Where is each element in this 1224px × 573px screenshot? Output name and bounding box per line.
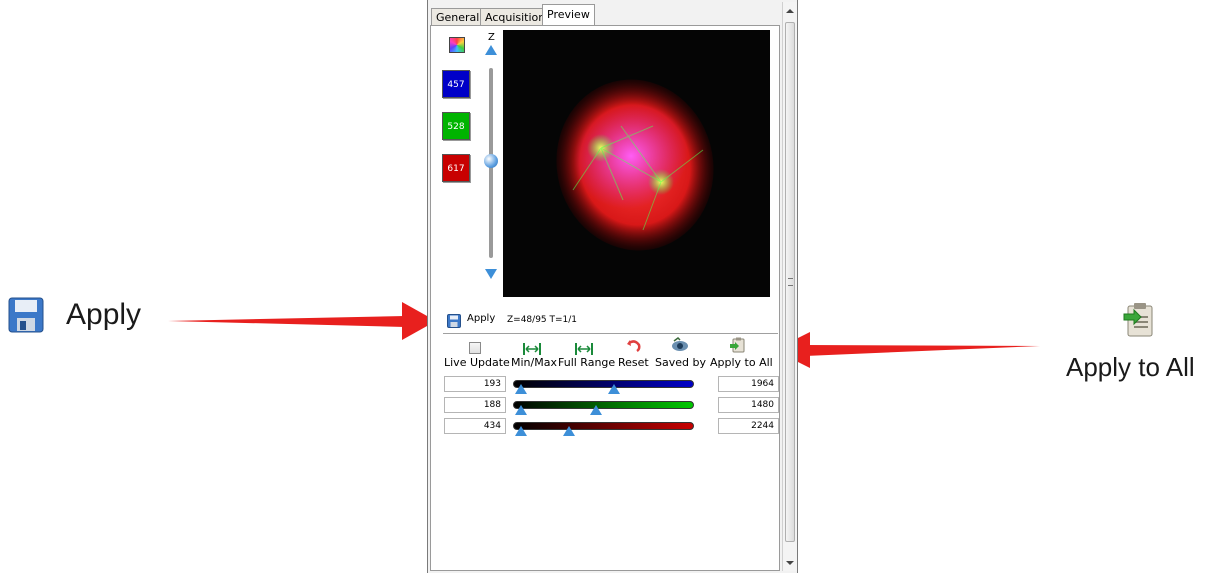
apply-button[interactable]: Apply <box>447 312 507 328</box>
tab-preview[interactable]: Preview <box>542 4 595 27</box>
left-arrow <box>168 302 436 340</box>
range-track-red[interactable] <box>513 422 694 430</box>
apply-button-label: Apply <box>467 313 496 324</box>
reset-button[interactable]: Reset <box>618 356 649 369</box>
divider <box>443 333 778 334</box>
tab-general[interactable]: General <box>431 8 485 26</box>
min-value-field[interactable]: 434 <box>444 418 506 434</box>
saved-by-button[interactable]: Saved by <box>655 356 706 369</box>
right-arrow <box>774 332 1040 368</box>
min-value-field[interactable]: 193 <box>444 376 506 392</box>
live-update-label: Live Update <box>444 356 510 369</box>
range-row: 193 1964 <box>444 376 779 394</box>
full-range-button[interactable]: Full Range <box>558 356 615 369</box>
range-row: 434 2244 <box>444 418 779 436</box>
properties-panel: General Acquisition Preview Z 457 528 61… <box>427 0 798 573</box>
scroll-up-icon[interactable] <box>786 9 794 13</box>
range-track-blue[interactable] <box>513 380 694 388</box>
range-max-thumb[interactable] <box>590 405 602 415</box>
tab-bar: General Acquisition Preview <box>428 4 780 27</box>
reset-icon[interactable] <box>626 337 642 353</box>
z-down-arrow-icon[interactable] <box>485 269 497 279</box>
range-min-thumb[interactable] <box>515 384 527 394</box>
min-max-icon[interactable] <box>523 340 541 355</box>
apply-to-all-icon[interactable] <box>730 337 746 353</box>
z-slider-thumb[interactable] <box>484 154 498 168</box>
range-track-green[interactable] <box>513 401 694 409</box>
z-up-arrow-icon[interactable] <box>485 45 497 55</box>
grip-icon <box>788 278 793 286</box>
apply-to-all-button[interactable]: Apply to All <box>710 356 773 369</box>
vertical-scrollbar[interactable] <box>782 2 797 571</box>
z-axis-label: Z <box>488 32 495 43</box>
range-min-thumb[interactable] <box>515 426 527 436</box>
range-max-thumb[interactable] <box>608 384 620 394</box>
max-value-field[interactable]: 2244 <box>718 418 779 434</box>
live-update-checkbox[interactable] <box>469 342 481 354</box>
full-range-icon[interactable] <box>575 340 593 355</box>
range-max-thumb[interactable] <box>563 426 575 436</box>
preview-image[interactable] <box>503 30 770 297</box>
scrollbar-thumb[interactable] <box>785 22 795 542</box>
min-max-button[interactable]: Min/Max <box>511 356 557 369</box>
save-icon <box>447 313 461 328</box>
saved-by-icon[interactable] <box>671 337 689 353</box>
preview-content: Z 457 528 617 Apply Z=48/95 T=1/1 Live U… <box>430 25 780 571</box>
color-picker-icon[interactable] <box>449 37 465 53</box>
range-min-thumb[interactable] <box>515 405 527 415</box>
max-value-field[interactable]: 1480 <box>718 397 779 413</box>
channel-528-button[interactable]: 528 <box>442 112 470 140</box>
tab-acquisition[interactable]: Acquisition <box>480 8 551 26</box>
position-readout: Z=48/95 T=1/1 <box>507 315 578 325</box>
max-value-field[interactable]: 1964 <box>718 376 779 392</box>
scroll-down-icon[interactable] <box>786 561 794 565</box>
channel-457-button[interactable]: 457 <box>442 70 470 98</box>
min-value-field[interactable]: 188 <box>444 397 506 413</box>
channel-617-button[interactable]: 617 <box>442 154 470 182</box>
range-row: 188 1480 <box>444 397 779 415</box>
